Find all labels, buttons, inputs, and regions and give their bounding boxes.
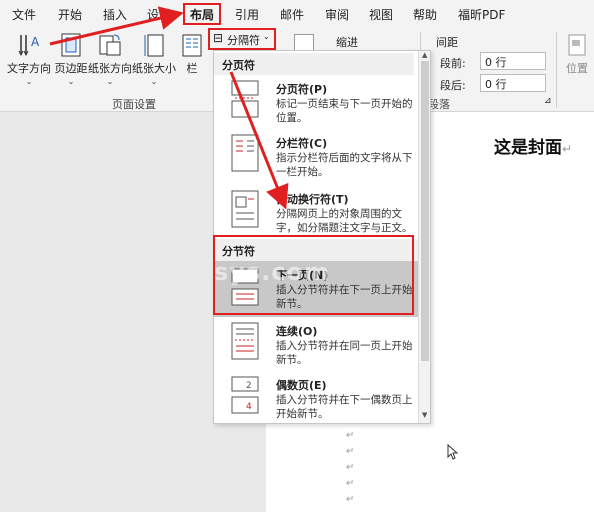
annotation-arrows — [49, 6, 289, 210]
arrow-to-section-breaks — [229, 71, 289, 210]
arrow-to-layout-tab — [49, 6, 184, 46]
